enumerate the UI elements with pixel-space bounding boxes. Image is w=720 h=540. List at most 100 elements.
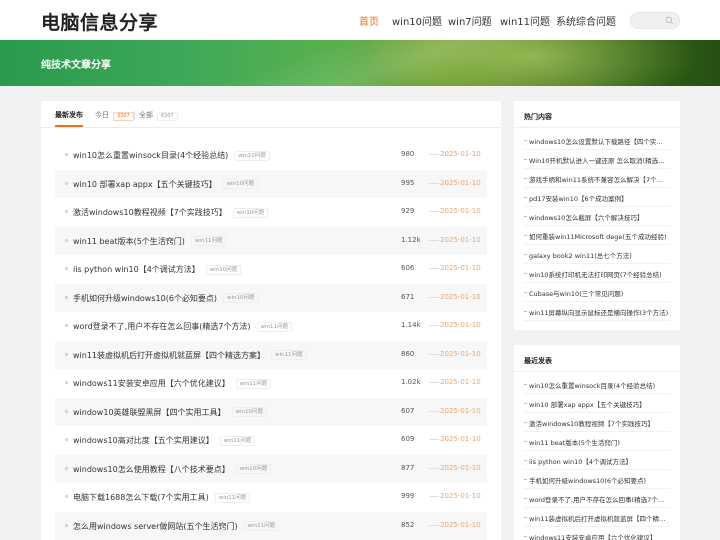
post-title-link[interactable]: 激活windows10教程视频【7个实践技巧】 win10问题 [73,207,269,218]
category-tag[interactable]: win11问题 [190,236,227,246]
table-row[interactable]: word登录不了,用户不存在怎么回事(精选7个方法) win11问题 1.14k 20… [55,312,487,340]
list-item-link[interactable]: Win10开机默认进入一键还原 怎么取消(精选方法) [529,155,669,165]
tab-latest[interactable]: 最新发布 [55,110,83,120]
list-item[interactable]: windows10怎么设置默认下载路径【四个实用技巧】 [524,131,670,150]
list-item-link[interactable]: 如何重装win11Microsoft dege(五个成功经验) [529,231,669,241]
table-row[interactable]: window10英雄联盟黑屏【四个实用工具】 win10问题 607 2025-01-… [55,397,487,426]
nav-item-win10[interactable]: win10问题 [392,13,442,28]
list-item[interactable]: Cubase与win10(三个常见问题) [524,283,670,302]
nav-item-home[interactable]: 首页 [359,13,379,28]
list-item-link[interactable]: 激活windows10教程视频【7个实践技巧】 [529,418,669,428]
table-row[interactable]: 电脑下载1688怎么下载(7个实用工具) win11问题 999 2025-01-10 [55,483,487,511]
nav-item-win7[interactable]: win7问题 [448,13,492,28]
list-item-link[interactable]: windows10怎么截屏【六个解决技巧】 [529,212,669,222]
post-title-link[interactable]: iis python win10【4个调试方法】 win10问题 [73,264,242,275]
nav-item-win11[interactable]: win11问题 [500,13,550,28]
table-row[interactable]: 激活windows10教程视频【7个实践技巧】 win10问题 929 2025-01… [55,198,487,226]
list-item[interactable]: win10系统打印机无法打印网页(7个经验总结) [524,264,670,283]
table-row[interactable]: windows10怎么使用教程【八个技术要点】 win10问题 877 2025-01… [55,454,487,483]
table-row[interactable]: win11 beat版本(5个生活窍门) win11问题 1.12k 2025-01-… [55,226,487,255]
list-item[interactable]: win10怎么重置winsock目录(4个经验总结) [524,375,670,394]
table-row[interactable]: 怎么用windows server做网站(五个生活窍门) win11问题 852 20… [55,511,487,540]
post-title-link[interactable]: win11 beat版本(5个生活窍门) win11问题 [73,236,227,247]
list-item-link[interactable]: pd17安装win10【6个成功案例】 [529,193,669,203]
category-tag[interactable]: win11问题 [256,321,293,332]
category-tag[interactable]: win11问题 [219,435,256,446]
list-item[interactable]: windows11安装安卓应用【六个优化建议】 [524,527,670,540]
list-item-link[interactable]: win10怎么重置winsock目录(4个经验总结) [529,380,669,390]
category-tag[interactable]: win10问题 [231,407,268,417]
list-item[interactable]: word登录不了,用户不存在怎么回事(精选7个方法) [524,489,670,508]
list-item[interactable]: win11屏幕纵向显示鼠标还是横向操作(3个方法) [524,302,670,321]
category-tag[interactable]: win10问题 [222,179,259,189]
divider [429,239,439,241]
post-date: 2025-01-10 [440,264,481,272]
tab-today[interactable]: 今日 3307 [95,110,134,121]
list-item[interactable]: Win10开机默认进入一键还原 怎么取消(精选方法) [524,150,670,169]
category-tag[interactable]: win10问题 [235,464,272,474]
category-tag[interactable]: win10问题 [223,293,259,303]
post-date: 2025-01-10 [440,463,481,472]
recent-posts-widget: 最近发表 win10怎么重置winsock目录(4个经验总结) win10 部署x… [514,345,680,540]
list-item[interactable]: galaxy book2 win11(总七个方法) [524,245,670,264]
list-item[interactable]: iis python win10【4个调试方法】 [524,451,670,470]
post-title-link[interactable]: 电脑下载1688怎么下载(7个实用工具) win11问题 [73,492,251,503]
category-tag[interactable]: win11问题 [271,350,307,360]
table-row[interactable]: win11装虚拟机后打开虚拟机就蓝屏【四个精选方案】 win11问题 860 2025… [55,340,487,369]
bullet-icon [524,292,527,293]
post-title-link[interactable]: win11装虚拟机后打开虚拟机就蓝屏【四个精选方案】 win11问题 [73,350,307,361]
post-title-link[interactable]: window10英雄联盟黑屏【四个实用工具】 win10问题 [73,407,268,418]
site-header: 电脑信息分享 首页 win10问题 win7问题 win11问题 系统综合问题 [0,0,720,40]
search-input[interactable] [630,12,680,29]
post-title-link[interactable]: windows10高对比度【五个实用建议】 win11问题 [73,435,256,446]
category-tag[interactable]: win10问题 [205,264,242,275]
bullet-icon [524,460,527,461]
category-tag[interactable]: win10问题 [232,207,269,218]
post-title-link[interactable]: word登录不了,用户不存在怎么回事(精选7个方法) win11问题 [73,321,293,332]
list-item[interactable]: 游戏手柄和win11系统不兼容怎么解决【7个方法】 [524,169,670,188]
divider [429,296,439,298]
category-tag[interactable]: win11问题 [235,378,272,389]
list-item[interactable]: win11 beat版本(5个生活窍门) [524,432,670,451]
list-item[interactable]: pd17安装win10【6个成功案例】 [524,188,670,207]
category-tag[interactable]: win11问题 [214,492,251,503]
table-row[interactable]: windows11安装安卓应用【六个优化建议】 win11问题 1.02k 2025-… [55,369,487,397]
list-item-link[interactable]: win10系统打印机无法打印网页(7个经验总结) [529,269,669,279]
list-item[interactable]: 如何重装win11Microsoft dege(五个成功经验) [524,226,670,245]
list-item[interactable]: 手机如何升级windows10(6个必知要点) [524,470,670,489]
table-row[interactable]: win10怎么重置winsock目录(4个经验总结) win10问题 980 2025… [55,141,487,169]
search-icon[interactable] [665,16,674,25]
table-row[interactable]: iis python win10【4个调试方法】 win10问题 606 2025-0… [55,255,487,283]
list-item-link[interactable]: windows10怎么设置默认下载路径【四个实用技巧】 [529,136,669,146]
list-item-link[interactable]: iis python win10【4个调试方法】 [529,456,669,466]
list-item[interactable]: win11装虚拟机后打开虚拟机就蓝屏【四个精选方案】 [524,508,670,527]
nav-item-system[interactable]: 系统综合问题 [556,13,616,28]
main-nav: 首页 win10问题 win7问题 win11问题 系统综合问题 [0,13,720,29]
list-item-link[interactable]: word登录不了,用户不存在怎么回事(精选7个方法) [529,494,669,504]
list-item-link[interactable]: win11 beat版本(5个生活窍门) [529,437,669,447]
table-row[interactable]: windows10高对比度【五个实用建议】 win11问题 609 2025-01-1… [55,426,487,454]
list-item-link[interactable]: 手机如何升级windows10(6个必知要点) [529,475,669,485]
list-item[interactable]: win10 部署xap appx【五个关键技巧】 [524,394,670,413]
list-item-link[interactable]: win10 部署xap appx【五个关键技巧】 [529,399,669,409]
bullet-icon [524,498,527,499]
table-row[interactable]: 手机如何升级windows10(6个必知要点) win10问题 671 2025-01… [55,283,487,312]
category-tag[interactable]: win11问题 [243,521,280,531]
post-title-link[interactable]: 怎么用windows server做网站(五个生活窍门) win11问题 [73,521,280,532]
list-item[interactable]: 激活windows10教程视频【7个实践技巧】 [524,413,670,432]
list-item-link[interactable]: 游戏手柄和win11系统不兼容怎么解决【7个方法】 [529,174,669,184]
list-item[interactable]: windows10怎么截屏【六个解决技巧】 [524,207,670,226]
tab-all[interactable]: 全部 6307 [139,110,178,121]
list-item-link[interactable]: windows11安装安卓应用【六个优化建议】 [529,532,669,540]
category-tag[interactable]: win10问题 [234,150,270,161]
list-item-link[interactable]: win11屏幕纵向显示鼠标还是横向操作(3个方法) [529,307,669,317]
post-title-link[interactable]: windows11安装安卓应用【六个优化建议】 win11问题 [73,378,272,389]
list-item-link[interactable]: galaxy book2 win11(总七个方法) [529,250,669,260]
post-title-link[interactable]: 手机如何升级windows10(6个必知要点) win10问题 [73,293,259,304]
list-item-link[interactable]: win11装虚拟机后打开虚拟机就蓝屏【四个精选方案】 [529,513,669,523]
table-row[interactable]: win10 部署xap appx【五个关键技巧】 win10问题 995 2025-0… [55,169,487,198]
post-title-link[interactable]: windows10怎么使用教程【八个技术要点】 win10问题 [73,464,272,475]
post-title-link[interactable]: win10怎么重置winsock目录(4个经验总结) win10问题 [73,150,270,161]
post-title-link[interactable]: win10 部署xap appx【五个关键技巧】 win10问题 [73,179,259,190]
list-item-link[interactable]: Cubase与win10(三个常见问题) [529,288,669,298]
